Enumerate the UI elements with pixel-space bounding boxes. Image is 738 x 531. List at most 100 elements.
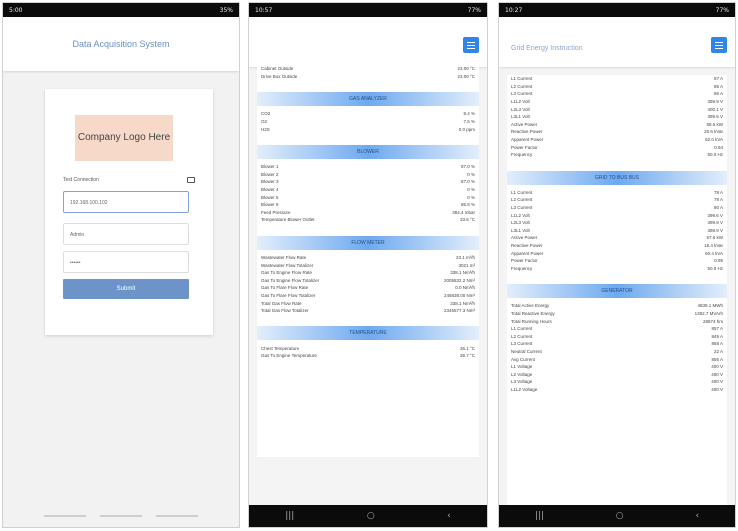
data-row: Power Factor 0.94 xyxy=(507,143,727,151)
row-label: Gas To Flare Flow Totalizer xyxy=(261,292,316,298)
data-row: L1 Voltage 400 V xyxy=(507,363,727,371)
row-value: 78 A xyxy=(713,197,723,203)
username-input[interactable]: Admin xyxy=(63,223,189,245)
row-label: Total Running Hours xyxy=(511,318,552,324)
row-label: Power Factor xyxy=(511,144,538,150)
row-value: 246838.00 Nm³ xyxy=(443,292,475,298)
row-label: L2L3 Volt xyxy=(511,106,530,112)
row-label: Wastewater Flow Totalizer xyxy=(261,262,314,268)
row-label: Total Gas Flow Rate xyxy=(261,300,302,306)
row-label: Drive Box Outside xyxy=(261,73,298,79)
menu-button[interactable] xyxy=(463,37,479,53)
app-bar xyxy=(249,17,487,67)
data-list[interactable]: Cabinet Outside 23.00 °C Drive Box Outside… xyxy=(257,65,479,457)
data-row: Blower 6 86.8 % xyxy=(257,201,479,209)
data-row: Blower 3 87.0 % xyxy=(257,178,479,186)
data-row: Blower 4 0 % xyxy=(257,186,479,194)
data-row: Wastewater Flow Rate 23.1 m³/h xyxy=(257,254,479,262)
recents-icon[interactable]: ||| xyxy=(285,511,294,521)
status-bar: 5:00 35% xyxy=(3,3,239,17)
data-row: Gas To Engine Temperature 36.7 °C xyxy=(257,352,479,360)
phone-login-screen: 5:00 35% Data Acquisition System Company… xyxy=(2,2,240,528)
row-label: L2 Voltage xyxy=(511,371,533,377)
row-value: 8.4 % xyxy=(463,111,475,117)
recents-icon[interactable]: ||| xyxy=(535,511,544,521)
data-row: Active Power 57.6 kW xyxy=(507,234,727,242)
row-label: Gas To Engine Flow Totalizer xyxy=(261,277,320,283)
menu-button[interactable] xyxy=(711,37,727,53)
row-label: Wastewater Flow Rate xyxy=(261,255,307,261)
data-row: L3 Current 80 A xyxy=(507,204,727,212)
status-bar: 10:27 77% xyxy=(499,3,735,17)
row-label: Blower 5 xyxy=(261,194,279,200)
row-value: 0.95 xyxy=(714,258,723,264)
data-row: Feed Pressure 384.4 mbar xyxy=(257,209,479,217)
data-row: L1 Current 78 A xyxy=(507,189,727,197)
data-row: Blower 5 0 % xyxy=(257,193,479,201)
row-value: 36.1 °C xyxy=(459,345,475,351)
submit-button[interactable]: Submit xyxy=(63,279,189,299)
row-value: 18.4 kVar xyxy=(704,242,723,248)
data-row: Temperature Blower Outlet 33.6 °C xyxy=(257,216,479,224)
data-row: L2 Current 86 A xyxy=(507,83,727,91)
status-bar: 10:57 77% xyxy=(249,3,487,17)
gesture-segment xyxy=(100,515,142,517)
password-input[interactable]: •••••• xyxy=(63,251,189,273)
row-label: L3L1 Volt xyxy=(511,114,530,120)
row-label: L1 Current xyxy=(511,326,533,332)
row-label: Total Gas Flow Totalizer xyxy=(261,308,309,314)
row-value: 28874 hrs xyxy=(702,318,723,324)
data-row: L3L1 Volt 398.9 V xyxy=(507,227,727,235)
row-label: L1L2 Volt xyxy=(511,99,530,105)
back-icon[interactable]: ‹ xyxy=(695,511,699,521)
row-value: 1382.7 MVArh xyxy=(694,310,723,316)
test-connection-row[interactable]: Test Connection xyxy=(63,177,195,183)
row-label: Frequency xyxy=(511,152,533,158)
ip-address-input[interactable]: 192.168.100.102 xyxy=(63,191,189,213)
data-row: O2 7.6 % xyxy=(257,118,479,126)
data-row: Neutral Current 22 A xyxy=(507,348,727,356)
row-value: 858 A xyxy=(711,341,723,347)
data-row: Frequency 50.0 Hz xyxy=(507,151,727,159)
back-icon[interactable]: ‹ xyxy=(447,511,451,521)
row-value: 86 A xyxy=(713,91,723,97)
row-label: L2L3 Volt xyxy=(511,220,530,226)
home-icon[interactable]: ○ xyxy=(616,511,624,521)
section-header: GENERATOR xyxy=(507,284,727,299)
row-value: 58.6 kW xyxy=(706,121,723,127)
row-value: 80 A xyxy=(713,205,723,211)
row-value: 0 % xyxy=(467,187,475,193)
row-value: 855 A xyxy=(711,356,723,362)
data-row: Total Gas Flow Rate 338.1 Nm³/h xyxy=(257,299,479,307)
row-value: 50.0 Hz xyxy=(707,265,723,271)
row-value: 0 % xyxy=(467,171,475,177)
row-value: 78 A xyxy=(713,189,723,195)
status-battery: 77% xyxy=(715,6,729,14)
home-icon[interactable]: ○ xyxy=(367,511,375,521)
row-label: Apparent Power xyxy=(511,137,544,143)
app-title: Data Acquisition System xyxy=(72,39,170,49)
connection-icon[interactable] xyxy=(187,177,195,183)
data-row: L3L1 Volt 399.5 V xyxy=(507,113,727,121)
row-label: Total Reactive Energy xyxy=(511,310,555,316)
data-row: Reactive Power 18.4 kVar xyxy=(507,242,727,250)
row-value: 57.6 kW xyxy=(706,235,723,241)
row-value: 87.0 % xyxy=(460,164,475,170)
row-value: 23.00 °C xyxy=(457,73,475,79)
row-value: 7.6 % xyxy=(463,119,475,125)
app-title: Grid Energy Instruction xyxy=(511,45,583,52)
row-value: 399.8 V xyxy=(707,220,723,226)
data-row: Power Factor 0.95 xyxy=(507,257,727,265)
row-value: 0.0 Nm³/h xyxy=(455,285,475,291)
data-list[interactable]: L1 Current 87 A L2 Current 86 A L3 Current 86… xyxy=(507,75,727,505)
row-label: L2 Current xyxy=(511,197,533,203)
section-header: TEMPERATURE xyxy=(257,326,479,341)
row-label: Blower 3 xyxy=(261,179,279,185)
company-logo-placeholder: Company Logo Here xyxy=(75,115,173,161)
android-nav-bar: ||| ○ ‹ xyxy=(249,505,487,527)
phone-process-screen: 10:57 77% Cabinet Outside 23.00 °C Drive B… xyxy=(248,2,488,528)
